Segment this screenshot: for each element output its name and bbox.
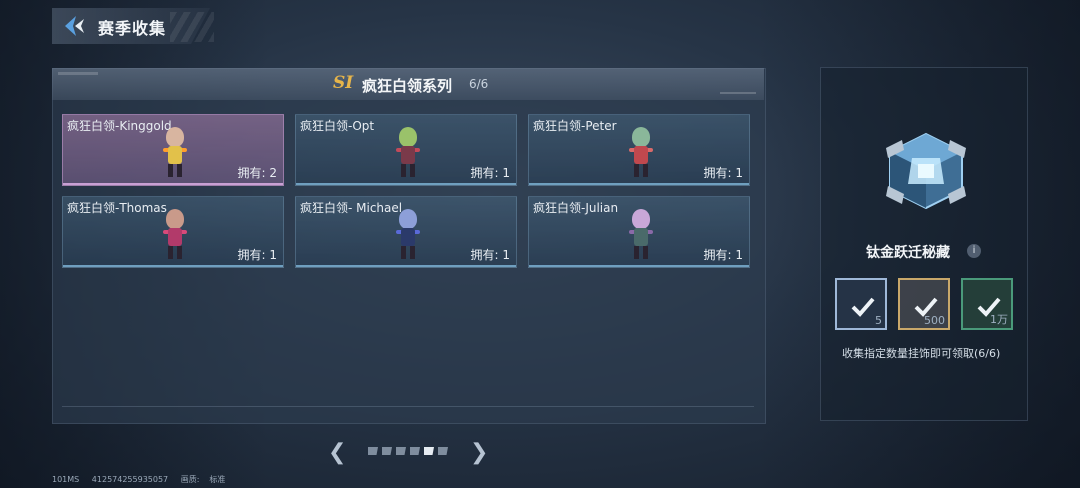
card-name: 疯狂白领-Julian <box>533 201 619 215</box>
card-owned-count: 拥有: 1 <box>470 248 511 262</box>
reward-description: 收集指定数量挂饰即可领取(6/6) <box>842 347 1001 360</box>
page-dot[interactable] <box>424 447 434 455</box>
card-name: 疯狂白领-Kinggold <box>67 119 172 133</box>
card-owned-count: 拥有: 1 <box>703 248 744 262</box>
player-id: 412574255935057 <box>91 475 169 484</box>
page-dot[interactable] <box>382 447 392 455</box>
collection-card[interactable]: 疯狂白领-Kinggold 拥有: 2 <box>62 114 284 186</box>
figure-image <box>629 209 653 261</box>
page-title: 赛季收集 <box>98 19 167 38</box>
collection-card[interactable]: 疯狂白领-Opt 拥有: 1 <box>295 114 517 186</box>
card-owned-count: 拥有: 1 <box>470 166 511 180</box>
collection-card[interactable]: 疯狂白领-Peter 拥有: 1 <box>528 114 750 186</box>
card-name: 疯狂白领- Michael <box>300 201 403 215</box>
reward-tier-amount: 500 <box>924 314 945 327</box>
check-icon <box>851 297 875 317</box>
quality-value: 标准 <box>209 475 226 484</box>
reward-chest-icon <box>886 132 966 210</box>
reward-tier[interactable]: 5 <box>835 278 887 330</box>
reward-title: 钛金跃迁秘藏 <box>866 245 950 261</box>
season-badge: SI <box>333 73 354 93</box>
card-owned-count: 拥有: 1 <box>703 166 744 180</box>
figure-image <box>396 127 420 179</box>
card-owned-count: 拥有: 1 <box>237 248 278 262</box>
info-icon[interactable]: i <box>967 244 981 258</box>
card-owned-count: 拥有: 2 <box>237 166 278 180</box>
card-name: 疯狂白领-Peter <box>533 119 617 133</box>
reward-tier[interactable]: 1万 <box>961 278 1013 330</box>
back-arrow-icon[interactable] <box>62 14 86 38</box>
collection-card[interactable]: 疯狂白领- Michael 拥有: 1 <box>295 196 517 268</box>
panel-divider <box>62 406 754 407</box>
chevron-right-icon[interactable]: ❯ <box>470 440 488 465</box>
page-indicator <box>368 447 448 455</box>
header-decoration <box>170 12 214 42</box>
figure-image <box>629 127 653 179</box>
chevron-left-icon[interactable]: ❮ <box>328 440 346 465</box>
card-name: 疯狂白领-Opt <box>300 119 375 133</box>
figure-image <box>163 209 187 261</box>
page-dot[interactable] <box>396 447 406 455</box>
status-footer: 101MS 412574255935057 画质: 标准 <box>52 474 235 485</box>
reward-tier-amount: 1万 <box>990 313 1008 326</box>
page-dot[interactable] <box>368 447 378 455</box>
reward-tier[interactable]: 500 <box>898 278 950 330</box>
card-name: 疯狂白领-Thomas <box>67 201 167 215</box>
collection-card[interactable]: 疯狂白领-Thomas 拥有: 1 <box>62 196 284 268</box>
quality-label: 画质: <box>180 475 200 484</box>
series-title: 疯狂白领系列 <box>362 77 453 95</box>
page-dot[interactable] <box>438 447 448 455</box>
page-dot[interactable] <box>410 447 420 455</box>
ping-value: 101MS <box>52 475 80 484</box>
figure-image <box>396 209 420 261</box>
reward-tier-amount: 5 <box>875 314 882 327</box>
figure-image <box>163 127 187 179</box>
series-progress: 6/6 <box>469 77 489 91</box>
collection-card[interactable]: 疯狂白领-Julian 拥有: 1 <box>528 196 750 268</box>
